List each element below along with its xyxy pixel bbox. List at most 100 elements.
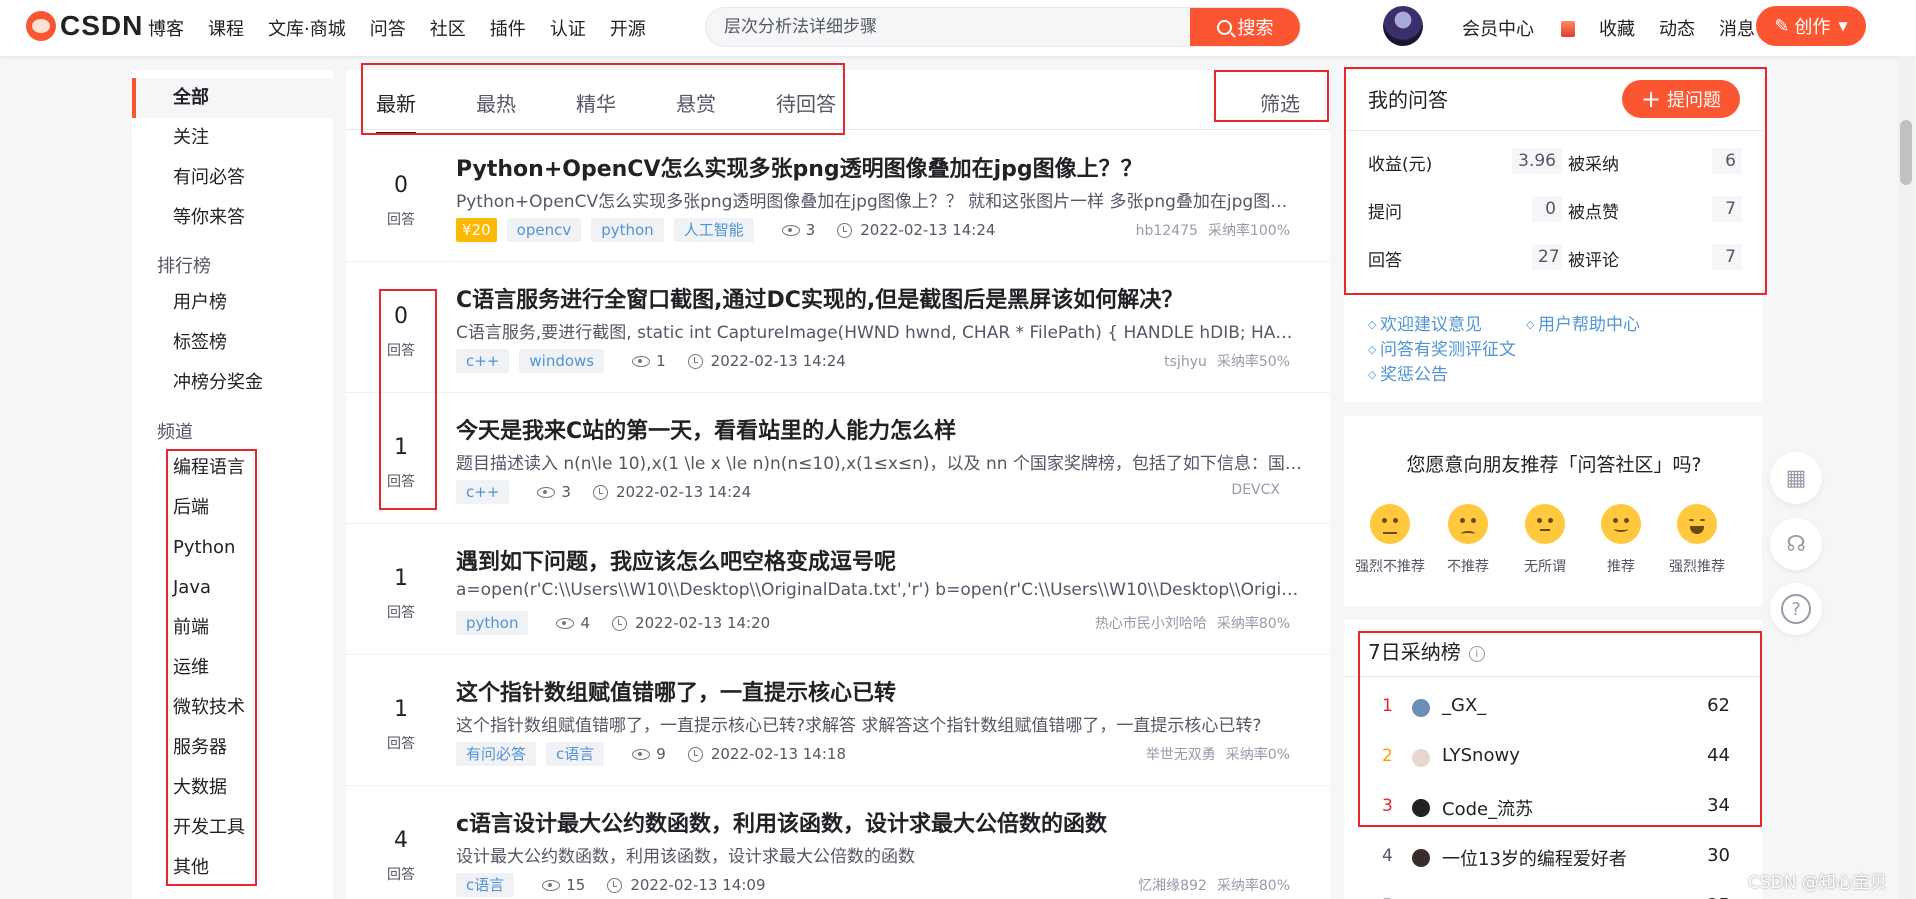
info-icon[interactable]: i [1468, 646, 1485, 662]
sidebar-item-all[interactable]: 全部 [132, 78, 333, 118]
author-name[interactable]: tsjhyu [1164, 354, 1207, 370]
vip-center-link[interactable]: 会员中心 [1462, 15, 1575, 41]
link-help-center[interactable]: 用户帮助中心 [1526, 310, 1640, 335]
question-row[interactable]: 1 回答 这个指针数组赋值错哪了，一直提示核心已转 这个指针数组赋值错哪了，一直… [346, 655, 1330, 786]
nav-blog[interactable]: 博客 [148, 15, 184, 41]
nav-certification[interactable]: 认证 [550, 15, 586, 41]
option-recommend[interactable]: 推荐 [1581, 504, 1661, 576]
option-not-recommend[interactable]: 不推荐 [1428, 504, 1508, 576]
logo-text: CSDN [60, 10, 144, 41]
sidebar-item-channel[interactable]: 运维 [132, 648, 333, 688]
author-name[interactable]: 举世无双勇 [1146, 747, 1216, 763]
tab-unanswered[interactable]: 待回答 [776, 88, 836, 117]
question-row[interactable]: 0 回答 Python+OpenCV怎么实现多张png透明图像叠加在jpg图像上… [346, 131, 1330, 262]
sidebar-item-channel[interactable]: 前端 [132, 608, 333, 648]
sidebar-item-tag-rank[interactable]: 标签榜 [132, 323, 333, 363]
sidebar-item-channel[interactable]: Python [132, 528, 333, 568]
sidebar-item-ask-expert[interactable]: 有问必答 [132, 158, 333, 198]
question-row[interactable]: 1 回答 今天是我来C站的第一天，看看站里的人能力怎么样 题目描述读入 n(n\… [346, 393, 1330, 524]
nav-plugins[interactable]: 插件 [490, 15, 526, 41]
question-tag[interactable]: c++ [456, 349, 510, 373]
question-title[interactable]: C语言服务进行全窗口截图,通过DC实现的,但是截图后是黑屏该如何解决？ [456, 282, 1316, 314]
author-name[interactable]: hb12475 [1136, 223, 1198, 239]
nav-library-mall[interactable]: 文库·商城 [268, 15, 346, 41]
question-title[interactable]: 遇到如下问题，我应该怎么吧空格变成逗号呢 [456, 544, 1316, 576]
user-avatar[interactable] [1412, 699, 1430, 717]
link-suggestions[interactable]: 欢迎建议意见 [1368, 310, 1482, 335]
user-name[interactable]: 一位13岁的编程爱好者 [1442, 845, 1627, 871]
ranking-row[interactable]: 2 LYSnowy 44 [1344, 732, 1764, 782]
sidebar-item-user-rank[interactable]: 用户榜 [132, 283, 333, 323]
question-row[interactable]: 1 回答 遇到如下问题，我应该怎么吧空格变成逗号呢 a=open(r'C:\\U… [346, 524, 1330, 655]
qr-code-button[interactable]: ▦ [1770, 452, 1822, 504]
sidebar-item-following[interactable]: 关注 [132, 118, 333, 158]
question-title[interactable]: Python+OpenCV怎么实现多张png透明图像叠加在jpg图像上？？ [456, 151, 1316, 183]
tab-featured[interactable]: 精华 [576, 88, 616, 117]
activity-link[interactable]: 动态 [1659, 15, 1695, 41]
sidebar-item-channel[interactable]: 服务器 [132, 728, 333, 768]
tab-bounty[interactable]: 悬赏 [676, 88, 716, 117]
sidebar-item-channel[interactable]: 开发工具 [132, 808, 333, 848]
question-tag[interactable]: c++ [456, 480, 510, 504]
option-strongly-recommend[interactable]: 强烈推荐 [1657, 504, 1737, 576]
nav-community[interactable]: 社区 [430, 15, 466, 41]
csdn-logo[interactable]: CSDN [26, 10, 143, 42]
ranking-row[interactable]: 4 一位13岁的编程爱好者 30 [1344, 832, 1764, 882]
ranking-row[interactable]: 1 _GX_ 62 [1344, 682, 1764, 732]
question-tag[interactable]: python [456, 611, 529, 635]
question-tag[interactable]: c语言 [456, 873, 515, 897]
sidebar-item-channel[interactable]: Java [132, 568, 333, 608]
nav-qa[interactable]: 问答 [370, 15, 406, 41]
question-tag[interactable]: 人工智能 [673, 218, 754, 242]
nav-open-source[interactable]: 开源 [610, 15, 646, 41]
tab-latest[interactable]: 最新 [376, 88, 416, 135]
ranking-row[interactable]: 3 Code_流苏 34 [1344, 782, 1764, 832]
question-row[interactable]: 0 回答 C语言服务进行全窗口截图,通过DC实现的,但是截图后是黑屏该如何解决？… [346, 262, 1330, 393]
scrollbar-thumb[interactable] [1900, 120, 1912, 185]
user-avatar[interactable] [1383, 6, 1423, 46]
question-tag[interactable]: 有问必答 [456, 742, 537, 766]
link-announcements[interactable]: 奖惩公告 [1368, 360, 1448, 385]
favorites-link[interactable]: 收藏 [1599, 15, 1635, 41]
sidebar-item-channel[interactable]: 微软技术 [132, 688, 333, 728]
ranking-row[interactable]: 5 25 [1344, 882, 1764, 899]
create-button[interactable]: ✎ 创作 ▼ [1756, 6, 1866, 46]
question-excerpt: 设计最大公约数函数，利用该函数，设计求最大公倍数的函数 [456, 847, 915, 867]
tab-hot[interactable]: 最热 [476, 88, 516, 117]
filter-button[interactable]: 筛选 [1260, 88, 1300, 117]
question-tag[interactable]: windows [519, 349, 605, 373]
user-avatar[interactable] [1412, 799, 1430, 817]
answer-count-label: 回答 [387, 736, 415, 752]
sidebar-item-bonus-rank[interactable]: 冲榜分奖金 [132, 363, 333, 403]
question-title[interactable]: 今天是我来C站的第一天，看看站里的人能力怎么样 [456, 413, 1316, 445]
link-essay-contest[interactable]: 问答有奖测评征文 [1368, 335, 1516, 360]
help-button[interactable]: ? [1770, 583, 1822, 635]
sidebar-item-channel[interactable]: 后端 [132, 488, 333, 528]
sidebar-item-channel[interactable]: 大数据 [132, 768, 333, 808]
author-name[interactable]: 热心市民小刘哈哈 [1095, 616, 1207, 632]
question-tag[interactable]: python [591, 218, 664, 242]
search-input[interactable]: 层次分析法详细步骤 [724, 8, 877, 46]
option-strongly-not-recommend[interactable]: 强烈不推荐 [1350, 504, 1430, 576]
sidebar-item-channel[interactable]: 其他 [132, 848, 333, 888]
nav-courses[interactable]: 课程 [208, 15, 244, 41]
question-title[interactable]: 这个指针数组赋值错哪了，一直提示核心已转 [456, 675, 1316, 707]
option-neutral[interactable]: 无所谓 [1505, 504, 1585, 576]
post-time: 2022-02-13 14:24 [710, 352, 846, 370]
sidebar-item-channel[interactable]: 编程语言 [132, 448, 333, 488]
question-tag[interactable]: c语言 [546, 742, 605, 766]
ask-question-button[interactable]: + 提问题 [1622, 80, 1740, 118]
user-name[interactable]: LYSnowy [1442, 745, 1520, 766]
question-row[interactable]: 4 回答 c语言设计最大公约数函数，利用该函数，设计求最大公倍数的函数 设计最大… [346, 786, 1330, 899]
user-name[interactable]: _GX_ [1442, 695, 1486, 716]
sidebar-item-awaiting-answer[interactable]: 等你来答 [132, 198, 333, 238]
search-button[interactable]: 搜索 [1190, 8, 1300, 46]
author-name[interactable]: DEVCX [1231, 482, 1280, 498]
user-name[interactable]: Code_流苏 [1442, 795, 1533, 821]
customer-service-button[interactable]: ☊ [1770, 518, 1822, 570]
user-avatar[interactable] [1412, 849, 1430, 867]
author-name[interactable]: 忆湘缘892 [1138, 878, 1207, 894]
question-tag[interactable]: opencv [506, 218, 582, 242]
user-avatar[interactable] [1412, 749, 1430, 767]
question-title[interactable]: c语言设计最大公约数函数，利用该函数，设计求最大公倍数的函数 [456, 806, 1316, 838]
